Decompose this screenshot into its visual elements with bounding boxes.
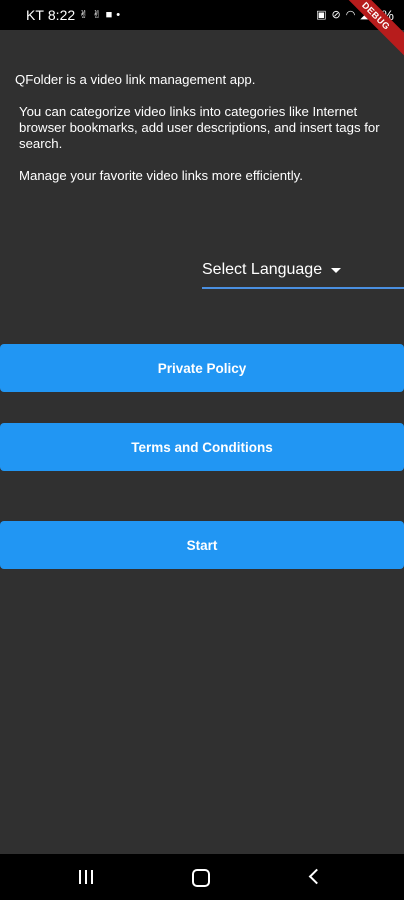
intro-line-3: Manage your favorite video links more ef… xyxy=(19,168,303,183)
alarm-icon: ▣ xyxy=(316,9,327,21)
intro-text: QFolder is a video link management app. … xyxy=(15,72,395,200)
status-left: KT 8:22 ✌ ✌ ■ • xyxy=(26,7,120,23)
mute-icon: ⊘ xyxy=(331,9,341,21)
language-dropdown[interactable]: Select Language xyxy=(202,259,404,289)
navigation-bar xyxy=(0,854,404,900)
message-icon: ■ xyxy=(105,9,113,21)
terms-button[interactable]: Terms and Conditions xyxy=(0,423,404,471)
language-dropdown-label: Select Language xyxy=(202,261,323,278)
wifi-icon: ◠ xyxy=(345,9,356,21)
intro-line-1: QFolder is a video link management app. xyxy=(15,72,256,87)
status-bar: KT 8:22 ✌ ✌ ■ • ▣ ⊘ ◠ ◢ 9% DEBUG xyxy=(0,0,404,65)
start-button[interactable]: Start xyxy=(0,521,404,569)
clock: 8:22 xyxy=(47,7,76,23)
notification-icon: ✌ xyxy=(79,9,89,21)
dropdown-arrow-icon xyxy=(331,268,342,273)
private-policy-button[interactable]: Private Policy xyxy=(0,344,404,392)
intro-line-2: You can categorize video links into cate… xyxy=(19,104,380,151)
notification-icon: ✌ xyxy=(92,9,102,21)
dot-icon: • xyxy=(116,9,121,21)
home-icon[interactable] xyxy=(192,869,210,887)
back-icon[interactable] xyxy=(308,868,325,885)
recents-icon[interactable] xyxy=(79,870,93,884)
carrier-label: KT xyxy=(26,7,44,23)
